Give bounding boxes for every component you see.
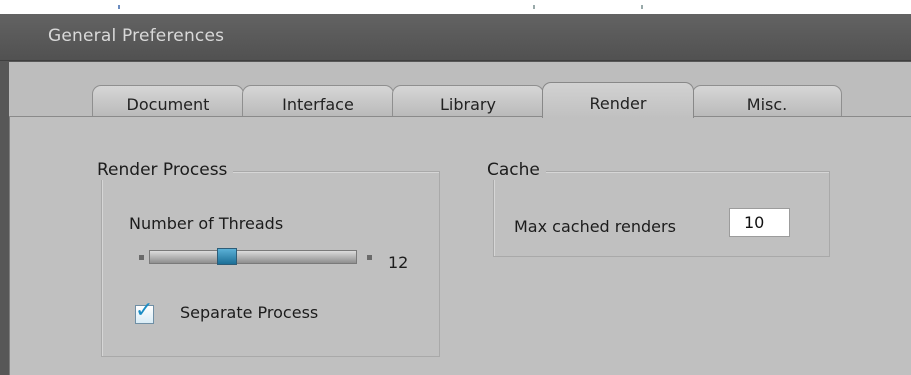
threads-label: Number of Threads [129,214,284,233]
threads-slider[interactable] [149,250,357,264]
threads-slider-thumb[interactable] [217,248,237,265]
window-title: General Preferences [48,26,225,46]
max-cached-input[interactable]: 10 [729,208,790,237]
slider-max-tick [367,255,372,260]
tab-document[interactable]: Document [92,85,244,117]
render-process-legend: Render Process [91,160,234,180]
tab-interface[interactable]: Interface [242,85,394,117]
separate-process-label: Separate Process [180,303,319,322]
strip-marker [641,5,643,9]
checkmark-icon: ✓ [135,298,154,323]
tab-label: Library [440,95,496,114]
tab-render[interactable]: Render [542,82,694,118]
max-cached-label: Max cached renders [514,217,676,236]
tab-library[interactable]: Library [392,85,544,117]
title-bar[interactable]: General Preferences [0,14,911,61]
tab-label: Misc. [746,95,788,114]
strip-marker [118,5,120,9]
cache-legend: Cache [481,160,546,180]
tab-label: Document [126,95,210,114]
slider-min-tick [139,255,144,260]
separate-process-checkbox[interactable]: ✓ [135,300,154,324]
strip-marker [533,5,535,9]
tab-label: Render [589,94,647,113]
tab-misc[interactable]: Misc. [692,85,842,117]
top-strip [0,0,911,14]
tab-label: Interface [282,95,354,114]
threads-value: 12 [388,253,409,272]
